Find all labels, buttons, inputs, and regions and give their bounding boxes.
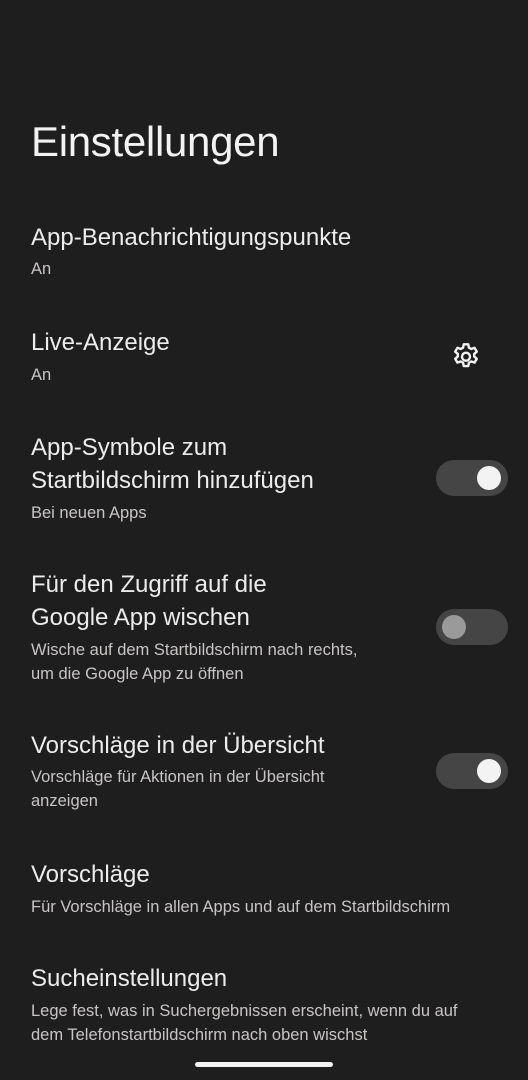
swipe-google-app-toggle[interactable] (436, 609, 508, 645)
setting-subtitle-line2: dem Telefonstartbildschirm nach oben wis… (31, 1026, 368, 1044)
setting-title: Vorschläge (31, 861, 150, 888)
toggle-knob (477, 759, 501, 783)
setting-suggestions[interactable]: Vorschläge Für Vorschläge in allen Apps … (0, 857, 528, 927)
setting-subtitle: An (31, 366, 52, 384)
gesture-navigation-handle[interactable] (195, 1062, 333, 1067)
setting-subtitle-line2: anzeigen (31, 792, 98, 810)
setting-title-line2: Startbildschirm hinzufügen (31, 467, 314, 494)
setting-title: Live-Anzeige (31, 329, 170, 356)
setting-subtitle: Bei neuen Apps (31, 504, 147, 522)
setting-subtitle-line2: um die Google App zu öffnen (31, 665, 244, 683)
toggle-knob (477, 466, 501, 490)
add-icons-toggle[interactable] (436, 460, 508, 496)
setting-search-settings[interactable]: Sucheinstellungen Lege fest, was in Such… (0, 961, 528, 1051)
toggle-knob (442, 615, 466, 639)
setting-title-line2: Google App wischen (31, 604, 250, 631)
setting-subtitle-line1: Lege fest, was in Suchergebnissen ersche… (31, 1002, 458, 1020)
setting-subtitle: An (31, 260, 52, 278)
gear-icon[interactable] (450, 341, 482, 373)
setting-live-display[interactable]: Live-Anzeige An (0, 323, 528, 393)
setting-subtitle-line1: Vorschläge für Aktionen in der Übersicht (31, 768, 325, 786)
setting-notification-dots[interactable]: App-Benachrichtigungspunkte An (0, 218, 528, 288)
page-title: Einstellungen (31, 118, 280, 165)
setting-title: Sucheinstellungen (31, 965, 228, 992)
setting-title-line1: App-Symbole zum (31, 434, 228, 461)
overview-suggestions-toggle[interactable] (436, 753, 508, 789)
setting-subtitle-line1: Wische auf dem Startbildschirm nach rech… (31, 641, 358, 659)
setting-title: Vorschläge in der Übersicht (31, 732, 325, 759)
setting-title: App-Benachrichtigungspunkte (31, 224, 352, 251)
setting-title-line1: Für den Zugriff auf die (31, 571, 267, 598)
setting-subtitle: Für Vorschläge in allen Apps und auf dem… (31, 898, 451, 916)
